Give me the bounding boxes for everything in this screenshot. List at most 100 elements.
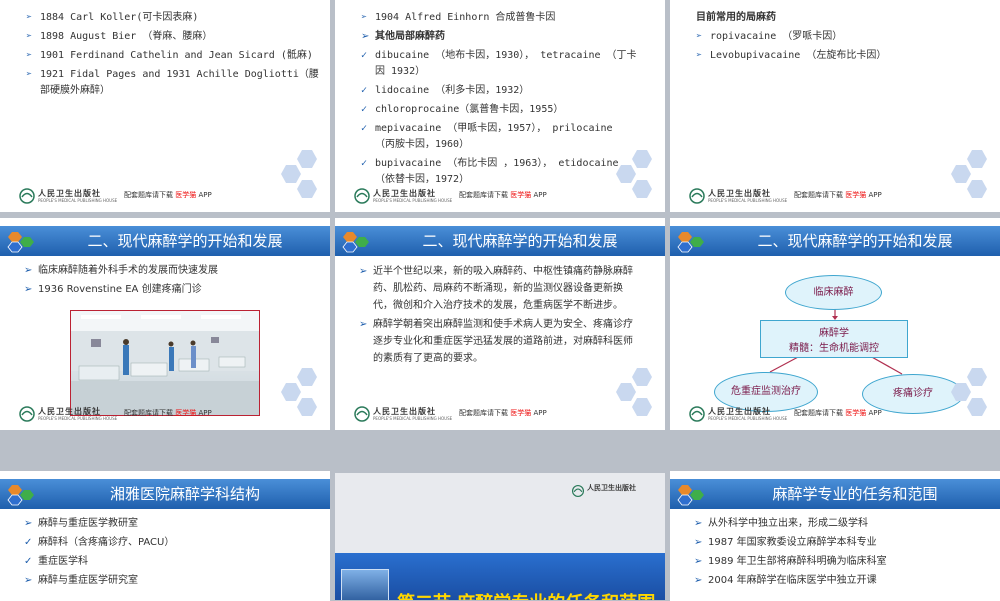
slide-1: ➢ 1884 Carl Koller(可卡因表麻) ➢ 1898 August Bi… [0, 0, 330, 212]
node-clinical-anesthesia: 临床麻醉 [785, 275, 882, 310]
arrow-bullet-icon: ➢ [694, 537, 703, 548]
list-item: ➢ 1989 年卫生部将麻醉科明确为临床科室 [694, 554, 994, 570]
footer: 人民卫生出版社 PEOPLE'S MEDICAL PUBLISHING HOUS… [18, 406, 318, 422]
slide-5: 二、现代麻醉学的开始和发展 ➢ 近半个世纪以来，新的吸入麻醉药、中枢性镇痛药静脉麻… [335, 218, 665, 430]
list-item: ✓ bupivacaine （布比卡因 ，1963）， etidocaine （依… [361, 158, 619, 185]
slide-2: ➢ 1904 Alfred Einhorn 合成普鲁卡因 ➢ 其他局部麻醉药 ✓ di… [335, 0, 665, 212]
hexagon-logo-icon [7, 485, 34, 506]
list-item: ➢ 1898 August Bier （脊麻、腰麻） [26, 29, 326, 45]
slide-6: 二、现代麻醉学的开始和发展 临床麻醉 麻醉学 精髓：生命机能调控 危重症监测治疗… [670, 218, 1000, 430]
list-item: ➢ 麻醉与重症医学教研室 [24, 516, 324, 532]
bullet-list: ➢ 近半个世纪以来，新的吸入麻醉药、中枢性镇痛药静脉麻醉药、肌松药、局麻药不断涌现… [359, 263, 641, 370]
arrow-bullet-icon: ➢ [359, 319, 368, 330]
arrow-bullet-icon: ➢ [694, 575, 703, 586]
list-item: ✓ lidocaine （利多卡因，1932） [361, 83, 637, 99]
list-item: ✓ dibucaine （地布卡因，1930）， tetracaine （丁卡因 … [361, 50, 637, 77]
arrow-bullet-icon: ➢ [26, 31, 33, 42]
arrow-bullet-icon: ➢ [24, 518, 33, 529]
check-bullet-icon: ✓ [361, 123, 368, 134]
app-ad: 配套题库请下载 医学猫 APP [459, 191, 547, 199]
node-anesthesiology: 麻醉学 精髓：生命机能调控 [760, 320, 908, 358]
slide-title: 湘雅医院麻醉学科结构 [109, 485, 260, 503]
arrow-bullet-icon: ➢ [361, 31, 370, 42]
list-item: ➢ 麻醉与重症医学研究室 [24, 573, 324, 589]
slide-header: 麻醉学专业的任务和范围 [670, 479, 1000, 509]
slide-title: 二、现代麻醉学的开始和发展 [87, 232, 283, 250]
app-ad: 配套题库请下载 医学猫 APP [794, 409, 882, 417]
check-bullet-icon: ✓ [24, 556, 33, 567]
publisher-name-en: PEOPLE'S MEDICAL PUBLISHING HOUSE [38, 198, 118, 203]
app-ad: 配套题库请下载 医学猫 APP [794, 191, 882, 199]
arrow-bullet-icon: ➢ [361, 12, 368, 23]
arrow-bullet-icon: ➢ [24, 265, 33, 276]
publisher-name-en: PEOPLE'S MEDICAL PUBLISHING HOUSE [373, 416, 453, 421]
bullet-list: ➢ 麻醉与重症医学教研室 ✓ 麻醉科（含疼痛诊疗、PACU） ✓ 重症医学科 ➢ 麻醉与… [24, 516, 324, 592]
publisher-name-en: PEOPLE'S MEDICAL PUBLISHING HOUSE [38, 416, 118, 421]
publisher-logo-icon [19, 188, 35, 204]
check-bullet-icon: ✓ [24, 537, 33, 548]
arrow-bullet-icon: ➢ [694, 556, 703, 567]
publisher-logo-icon [354, 188, 370, 204]
list-item: ➢ Levobupivacaine （左旋布比卡因） [696, 48, 986, 64]
section-image [341, 569, 389, 600]
list-item: ➢ ropivacaine （罗哌卡因） [696, 29, 986, 45]
bullet-list: 目前常用的局麻药 ➢ ropivacaine （罗哌卡因） ➢ Levobupiva… [696, 10, 986, 67]
ward-photo [70, 310, 260, 416]
slide-4: 二、现代麻醉学的开始和发展 ➢ 临床麻醉随着外科手术的发展而快速发展 ➢ 1936 … [0, 218, 330, 430]
list-item: ✓ 麻醉科（含疼痛诊疗、PACU） [24, 535, 324, 551]
slide-8: 人民卫生出版社 第二节 麻醉学专业的任务和范围 [335, 473, 665, 600]
footer: 人民卫生出版社 PEOPLE'S MEDICAL PUBLISHING HOUS… [18, 188, 318, 204]
check-bullet-icon: ✓ [361, 158, 368, 169]
list-item: ➢ 临床麻醉随着外科手术的发展而快速发展 [24, 263, 324, 279]
list-item: ➢ 从外科学中独立出来，形成二级学科 [694, 516, 994, 532]
publisher-name-en: PEOPLE'S MEDICAL PUBLISHING HOUSE [708, 198, 788, 203]
bullet-list: ➢ 1884 Carl Koller(可卡因表麻) ➢ 1898 August Bi… [26, 10, 326, 102]
list-item: ➢ 1987 年国家教委设立麻醉学本科专业 [694, 535, 994, 551]
list-item: ➢ 其他局部麻醉药 [361, 29, 637, 45]
footer: 人民卫生出版社 PEOPLE'S MEDICAL PUBLISHING HOUS… [688, 188, 988, 204]
list-item: ➢ 麻醉学朝着突出麻醉监测和使手术病人更为安全、疼痛诊疗逐步专业化和重症医学迅猛发… [359, 316, 641, 367]
check-bullet-icon: ✓ [361, 85, 368, 96]
hexagon-logo-icon [7, 232, 34, 253]
footer: 人民卫生出版社 PEOPLE'S MEDICAL PUBLISHING HOUS… [688, 406, 988, 422]
bullet-list: ➢ 从外科学中独立出来，形成二级学科 ➢ 1987 年国家教委设立麻醉学本科专业 ➢… [694, 516, 994, 592]
app-ad: 配套题库请下载 医学猫 APP [459, 409, 547, 417]
publisher-name-en: PEOPLE'S MEDICAL PUBLISHING HOUSE [373, 198, 453, 203]
arrow-bullet-icon: ➢ [696, 31, 703, 42]
publisher-logo-icon [689, 406, 705, 422]
publisher-logo-icon [354, 406, 370, 422]
bullet-list: ➢ 临床麻醉随着外科手术的发展而快速发展 ➢ 1936 Rovenstine EA … [24, 263, 324, 301]
arrow-bullet-icon: ➢ [26, 69, 33, 80]
arrow-bullet-icon: ➢ [694, 518, 703, 529]
check-bullet-icon: ✓ [361, 50, 368, 61]
app-ad: 配套题库请下载 医学猫 APP [124, 409, 212, 417]
slide-3: 目前常用的局麻药 ➢ ropivacaine （罗哌卡因） ➢ Levobupiva… [670, 0, 1000, 212]
publisher-name: 人民卫生出版社 [587, 484, 636, 492]
arrow-bullet-icon: ➢ [24, 284, 33, 295]
slide-header: 二、现代麻醉学的开始和发展 [0, 226, 330, 256]
slide-9: 麻醉学专业的任务和范围 ➢ 从外科学中独立出来，形成二级学科 ➢ 1987 年国家教… [670, 471, 1000, 601]
list-item: ✓ chloroprocaine（氯普鲁卡因，1955） [361, 102, 637, 118]
check-bullet-icon: ✓ [361, 104, 368, 115]
slide-logo: 人民卫生出版社 [571, 483, 657, 498]
list-item: ➢ 近半个世纪以来，新的吸入麻醉药、中枢性镇痛药静脉麻醉药、肌松药、局麻药不断涌现… [359, 263, 641, 314]
list-item: ➢ 1904 Alfred Einhorn 合成普鲁卡因 [361, 10, 637, 26]
hexagon-logo-icon [342, 232, 369, 253]
slide-header: 二、现代麻醉学的开始和发展 [335, 226, 665, 256]
slide-title: 二、现代麻醉学的开始和发展 [422, 232, 618, 250]
app-ad: 配套题库请下载 医学猫 APP [124, 191, 212, 199]
list-item: ➢ 1936 Rovenstine EA 创建疼痛门诊 [24, 282, 324, 298]
slide-7: 湘雅医院麻醉学科结构 ➢ 麻醉与重症医学教研室 ✓ 麻醉科（含疼痛诊疗、PACU） … [0, 471, 330, 601]
section-title: 第二节 麻醉学专业的任务和范围 [397, 589, 655, 600]
publisher-logo-icon [19, 406, 35, 422]
list-item: ✓ mepivacaine （甲哌卡因，1957）， prilocaine （丙胺… [361, 123, 613, 150]
arrow-bullet-icon: ➢ [696, 50, 703, 61]
footer: 人民卫生出版社 PEOPLE'S MEDICAL PUBLISHING HOUS… [353, 406, 653, 422]
bullet-list: ➢ 1904 Alfred Einhorn 合成普鲁卡因 ➢ 其他局部麻醉药 ✓ di… [361, 10, 637, 191]
publisher-logo-icon [689, 188, 705, 204]
publisher-logo-icon [571, 484, 585, 498]
list-item: ➢ 1921 Fidal Pages and 1931 Achille Dogli… [26, 69, 319, 96]
slide-header: 湘雅医院麻醉学科结构 [0, 479, 330, 509]
list-item: ➢ 2004 年麻醉学在临床医学中独立开课 [694, 573, 994, 589]
arrow-bullet-icon: ➢ [24, 575, 33, 586]
